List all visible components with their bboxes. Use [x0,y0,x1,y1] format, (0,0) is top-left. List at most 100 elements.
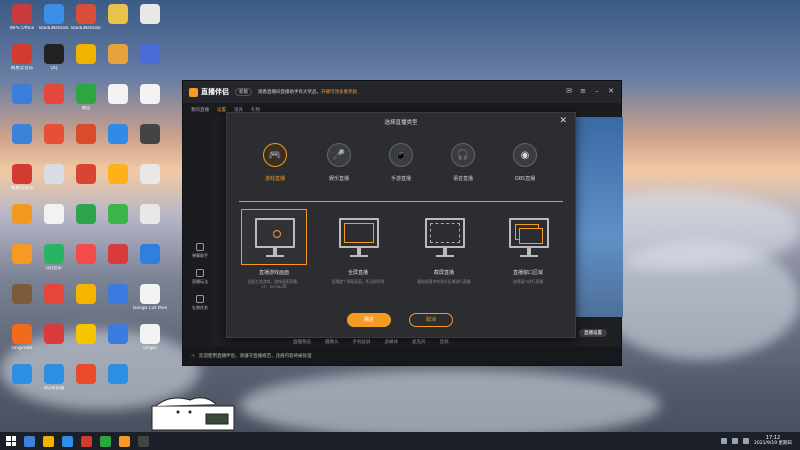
desktop-shortcut[interactable] [38,162,70,202]
status-phone[interactable]: 手机投屏 [353,339,371,345]
rail-item-gift-task[interactable]: 礼物任务 [189,295,211,315]
desktop-shortcut[interactable] [70,202,102,242]
netdisk-icon [76,4,96,24]
type-obs-live[interactable]: ◉ OBS直播 [497,143,553,182]
mode-screenshot[interactable]: 截屏直播 截取屏幕中的部分区域进行直播 [411,209,477,284]
desktop-shortcut[interactable] [102,2,134,42]
mail-icon[interactable]: ✉ [565,87,573,95]
close-icon[interactable]: ✕ [607,87,615,95]
cancel-button[interactable]: 取消 [409,313,453,327]
desktop-shortcut[interactable] [6,362,38,402]
desktop-shortcut[interactable] [6,202,38,242]
mode-box [325,209,391,265]
desktop-shortcut[interactable] [134,122,166,162]
type-mobile-game-live[interactable]: 📱 手游直播 [373,143,429,182]
desktop-shortcut[interactable] [70,322,102,362]
desktop-shortcut[interactable] [6,82,38,122]
desktop-shortcut[interactable] [70,362,102,402]
desktop-shortcut[interactable] [134,162,166,202]
app-icon[interactable] [138,435,149,447]
minimize-icon[interactable]: – [593,87,601,95]
desktop-shortcut[interactable] [70,122,102,162]
mode-window-region[interactable]: 直播窗口区域 选择窗口进行直播 [495,209,561,284]
menu-icon[interactable]: ≡ [579,87,587,95]
browser-icon[interactable] [62,435,73,447]
status-audio[interactable]: 音频 [440,339,449,345]
desktop-shortcut[interactable] [102,122,134,162]
wechat-icon[interactable] [100,435,111,447]
search-icon[interactable] [24,435,35,447]
desktop-shortcut[interactable] [6,242,38,282]
close-icon[interactable]: ✕ [559,116,567,126]
desktop-shortcut[interactable]: QQ浏览器 [38,362,70,402]
desktop-shortcut[interactable]: Bongo Cat Mver [133,282,167,322]
desktop-shortcut[interactable] [134,202,166,242]
app-icon [108,284,128,304]
desktop-shortcut[interactable]: 网易云音乐 [6,162,38,202]
desktop-shortcut[interactable]: BaiduNetdisk [38,2,70,42]
desktop-shortcut[interactable] [38,282,70,322]
wifi-icon[interactable] [720,438,727,444]
desktop-shortcut[interactable] [134,2,166,42]
desktop-shortcut[interactable]: BaiduNetdisk [70,2,102,42]
tab-my-live[interactable]: 我的直播 [191,107,209,113]
mode-title: 截屏直播 [433,270,454,276]
desktop-shortcut[interactable]: QQ音乐 [38,242,70,282]
mode-game-capture[interactable]: 直播游戏画面 适配主流游戏，游戏画面直播，CF、DOTA2等 [241,209,307,289]
desktop-shortcut[interactable] [102,82,134,122]
obs-icon: ◉ [513,143,537,167]
type-game-live[interactable]: 🎮 游戏直播 [247,143,303,182]
desktop-shortcut[interactable] [70,242,102,282]
desktop-shortcut[interactable] [70,42,102,82]
desktop-shortcut[interactable] [102,322,134,362]
type-voice-live[interactable]: 🎧 语音直播 [435,143,491,182]
rail-item-danmaku[interactable]: 弹幕助手 [189,243,211,263]
notice-text[interactable]: 观看直播间直播助手有大奖品，开播可领多重奖励 [258,89,357,95]
desktop-shortcut[interactable] [102,202,134,242]
desktop-shortcut[interactable] [102,282,134,322]
status-camera[interactable]: 摄像头 [325,339,339,345]
app-icon[interactable] [81,435,92,447]
mode-desc: 截取屏幕中的部分区域进行直播 [417,279,471,284]
logo-icon [189,87,198,97]
desktop-shortcut[interactable] [102,362,134,402]
desktop-shortcut[interactable] [38,82,70,122]
live-settings-button[interactable]: 直播设置 [579,329,607,337]
desktop-shortcut[interactable]: 微信 [70,82,102,122]
live-companion-icon[interactable] [119,435,130,447]
tab-settings[interactable]: 设置 [217,107,226,113]
clock[interactable]: 17:12 2021/9/19 星期日 [754,435,792,447]
desktop-shortcut[interactable] [134,242,166,282]
desktop-shortcut[interactable]: QQ [38,42,70,82]
desktop-shortcut[interactable] [70,162,102,202]
rail-item-gameplay[interactable]: 直播玩法 [189,269,211,289]
mode-fullscreen[interactable]: 全屏直播 直播整个屏幕画面，所见即所得 [325,209,391,284]
desktop-shortcut[interactable] [102,242,134,282]
folder-icon[interactable] [43,435,54,447]
desktop-shortcut[interactable] [6,282,38,322]
desktop-shortcut[interactable]: WPS Office [6,2,38,42]
desktop-shortcut[interactable] [38,202,70,242]
status-preview[interactable]: 直播预览 [293,339,311,345]
status-media[interactable]: 多媒体 [385,339,399,345]
desktop-shortcut[interactable]: Origin [134,322,166,362]
version-badge[interactable]: 新版 [235,88,252,96]
start-icon[interactable] [6,436,16,446]
volume-icon[interactable] [731,438,738,444]
desktop-shortcut[interactable] [38,122,70,162]
desktop-shortcut[interactable] [6,122,38,162]
desktop-shortcut[interactable] [70,282,102,322]
status-mic[interactable]: 麦克风 [412,339,426,345]
desktop-shortcut[interactable] [38,322,70,362]
desktop-shortcut[interactable]: Originate [6,322,38,362]
notice-highlight: 开播可领多重奖励 [321,90,357,95]
ime-icon[interactable] [742,438,749,444]
desktop-shortcut[interactable] [102,162,134,202]
desktop-shortcut[interactable] [134,42,166,82]
desktop-shortcut[interactable]: 网易云音乐 [6,42,38,82]
type-entertainment-live[interactable]: 🎤 娱乐直播 [311,143,367,182]
mode-box [411,209,477,265]
desktop-shortcut[interactable] [102,42,134,82]
confirm-button[interactable]: 确定 [347,313,391,327]
desktop-shortcut[interactable] [134,82,166,122]
